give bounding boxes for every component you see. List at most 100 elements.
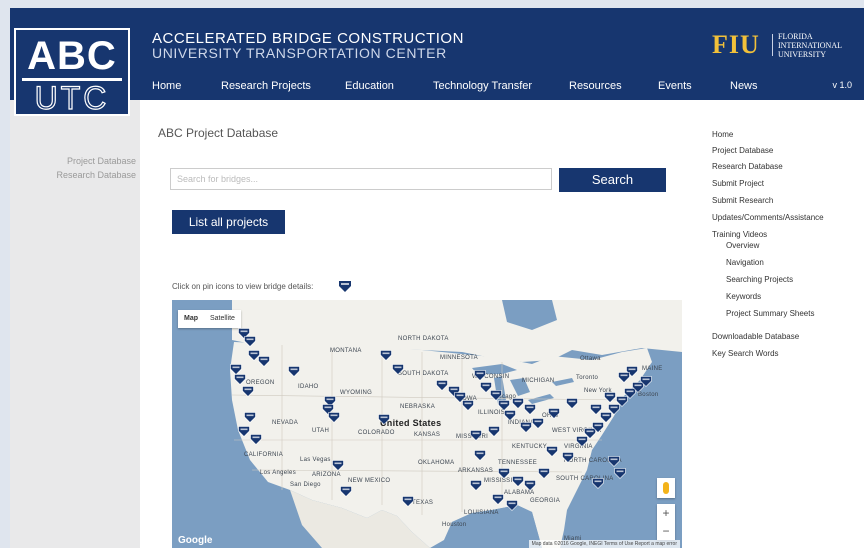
map-label: SOUTH CAROLINA: [556, 476, 614, 482]
bridge-pin-icon[interactable]: [512, 476, 524, 487]
bridge-pin-icon[interactable]: [562, 452, 574, 463]
bridge-pin-icon[interactable]: [470, 430, 482, 441]
right-link-keywords[interactable]: Keywords: [726, 292, 761, 301]
nav-news[interactable]: News: [730, 80, 758, 92]
bridge-pin-icon[interactable]: [492, 494, 504, 505]
bridge-pin-icon[interactable]: [614, 468, 626, 479]
left-link-research-database[interactable]: Research Database: [56, 170, 136, 180]
nav-research-projects[interactable]: Research Projects: [221, 80, 311, 92]
bridge-pin-icon[interactable]: [506, 500, 518, 511]
list-all-projects-button[interactable]: List all projects: [172, 210, 285, 234]
fiu-logo[interactable]: FIU FLORIDA INTERNATIONAL UNIVERSITY: [712, 30, 852, 64]
nav-home[interactable]: Home: [152, 80, 181, 92]
nav-technology-transfer[interactable]: Technology Transfer: [433, 80, 532, 92]
bridge-pin-icon[interactable]: [242, 386, 254, 397]
bridge-pin-icon[interactable]: [618, 372, 630, 383]
right-link-updates[interactable]: Updates/Comments/Assistance: [712, 213, 824, 222]
bridge-pin-icon[interactable]: [250, 434, 262, 445]
map-attribution[interactable]: Map data ©2016 Google, INEGI Terms of Us…: [528, 540, 680, 548]
bridge-pin-icon[interactable]: [288, 366, 300, 377]
bridge-pin-icon[interactable]: [640, 376, 652, 387]
bridge-pin-icon[interactable]: [436, 380, 448, 391]
right-link-key-search-words[interactable]: Key Search Words: [712, 349, 779, 358]
bridge-pin-icon[interactable]: [590, 404, 602, 415]
bridge-pin-icon[interactable]: [402, 496, 414, 507]
bridge-pin-icon[interactable]: [244, 336, 256, 347]
map-label: SOUTH DAKOTA: [398, 371, 449, 377]
map-label: ARKANSAS: [458, 468, 494, 474]
bridge-pin-icon[interactable]: [234, 374, 246, 385]
right-link-overview[interactable]: Overview: [726, 241, 759, 250]
bridge-pin-icon[interactable]: [512, 398, 524, 409]
right-link-training-videos[interactable]: Training Videos: [712, 230, 767, 239]
right-link-research-database[interactable]: Research Database: [712, 162, 783, 171]
main-content: ABC Project Database Search List all pro…: [140, 100, 690, 548]
pin-icon: [339, 281, 351, 292]
map-city-label: Toronto: [576, 375, 599, 381]
bridge-pin-icon[interactable]: [608, 456, 620, 467]
right-link-downloadable-database[interactable]: Downloadable Database: [712, 332, 799, 341]
nav-education[interactable]: Education: [345, 80, 394, 92]
bridge-pin-icon[interactable]: [592, 422, 604, 433]
right-link-searching-projects[interactable]: Searching Projects: [726, 275, 793, 284]
bridge-pin-icon[interactable]: [548, 408, 560, 419]
search-button[interactable]: Search: [559, 168, 666, 192]
bridge-pin-icon[interactable]: [546, 446, 558, 457]
search-input[interactable]: [170, 168, 552, 190]
abc-utc-logo[interactable]: ABC UTC: [14, 28, 130, 117]
bridge-pin-icon[interactable]: [532, 418, 544, 429]
bridge-pin-icon[interactable]: [462, 400, 474, 411]
bridge-pin-icon[interactable]: [258, 356, 270, 367]
bridge-pin-icon[interactable]: [474, 370, 486, 381]
bridge-pin-icon[interactable]: [392, 364, 404, 375]
fiu-name-line1: FLORIDA: [778, 32, 813, 41]
bridge-pin-icon[interactable]: [538, 468, 550, 479]
bridge-pin-icon[interactable]: [524, 404, 536, 415]
right-link-submit-project[interactable]: Submit Project: [712, 179, 764, 188]
map-hint-text: Click on pin icons to view bridge detail…: [172, 282, 314, 291]
zoom-out-button[interactable]: −: [657, 522, 675, 540]
bridge-pin-icon[interactable]: [604, 392, 616, 403]
map-city-label: Los Angeles: [260, 470, 296, 476]
bridge-pin-icon[interactable]: [498, 468, 510, 479]
bridge-pin-icon[interactable]: [340, 486, 352, 497]
nav-events[interactable]: Events: [658, 80, 692, 92]
google-logo: Google: [178, 535, 213, 546]
right-link-home[interactable]: Home: [712, 130, 733, 139]
bridge-pin-icon[interactable]: [566, 398, 578, 409]
bridge-pin-icon[interactable]: [592, 478, 604, 489]
bridge-pin-icon[interactable]: [504, 410, 516, 421]
map-tab-map[interactable]: Map: [178, 310, 204, 328]
map-tab-satellite[interactable]: Satellite: [204, 310, 241, 328]
bridge-pin-icon[interactable]: [520, 422, 532, 433]
version-label: v 1.0: [832, 80, 852, 90]
bridge-pin-icon[interactable]: [524, 480, 536, 491]
map-label: MONTANA: [330, 348, 362, 354]
map-city-label: Las Vegas: [300, 457, 331, 463]
bridge-pin-icon[interactable]: [488, 426, 500, 437]
right-link-submit-research[interactable]: Submit Research: [712, 196, 773, 205]
bridge-pin-icon[interactable]: [474, 450, 486, 461]
left-link-project-database[interactable]: Project Database: [67, 156, 136, 166]
map-label: MINNESOTA: [440, 355, 478, 361]
street-view-pegman[interactable]: [657, 478, 675, 498]
bridge-pin-icon[interactable]: [332, 460, 344, 471]
bridge-pin-icon[interactable]: [470, 480, 482, 491]
bridge-map[interactable]: Map Satellite MONTANA NORTH DAKOTA MINNE…: [172, 300, 682, 548]
pegman-icon: [663, 482, 669, 494]
bridge-pin-icon[interactable]: [380, 350, 392, 361]
bridge-pin-icon[interactable]: [378, 414, 390, 425]
map-type-control: Map Satellite: [178, 310, 241, 328]
map-label: NORTH DAKOTA: [398, 336, 449, 342]
map-city-label: San Diego: [290, 482, 321, 488]
nav-resources[interactable]: Resources: [569, 80, 622, 92]
map-label: TEXAS: [412, 500, 434, 506]
bridge-pin-icon[interactable]: [238, 426, 250, 437]
bridge-pin-icon[interactable]: [244, 412, 256, 423]
zoom-in-button[interactable]: +: [657, 504, 675, 522]
bridge-pin-icon[interactable]: [328, 412, 340, 423]
right-link-navigation[interactable]: Navigation: [726, 258, 764, 267]
right-link-project-database[interactable]: Project Database: [712, 146, 773, 155]
logo-abc-text: ABC: [27, 34, 117, 78]
right-link-project-summary-sheets[interactable]: Project Summary Sheets: [726, 309, 814, 318]
